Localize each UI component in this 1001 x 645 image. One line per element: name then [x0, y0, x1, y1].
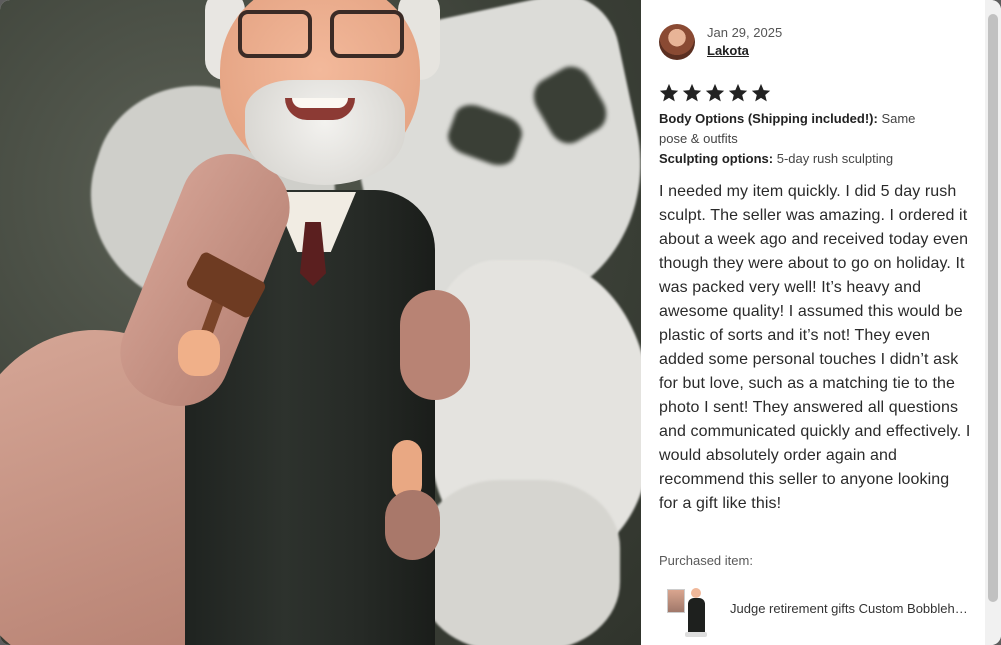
- star-icon: [659, 83, 679, 102]
- review-option-body: Body Options (Shipping included!): Same …: [659, 109, 939, 149]
- star-icon: [751, 83, 771, 102]
- thumbnail-reference-photo: [667, 589, 685, 613]
- star-icon: [728, 83, 748, 102]
- star-icon: [682, 83, 702, 102]
- option-value: 5-day rush sculpting: [776, 151, 894, 166]
- holding-finger: [385, 490, 440, 560]
- bobblehead-beard: [245, 80, 405, 185]
- purchased-item-link[interactable]: Judge retirement gifts Custom Bobblehead: [730, 601, 970, 616]
- bobblehead-glasses: [238, 10, 312, 58]
- bobblehead-glasses: [330, 10, 404, 58]
- review-panel: Jan 29, 2025 Lakota Body Options (Shippi…: [641, 0, 985, 645]
- holding-finger: [400, 290, 470, 400]
- star-rating: [658, 82, 772, 104]
- review-text: I needed my item quickly. I did 5 day ru…: [659, 183, 971, 512]
- review-date: Jan 29, 2025: [707, 25, 783, 40]
- review-modal: Jan 29, 2025 Lakota Body Options (Shippi…: [0, 0, 1001, 645]
- purchased-item-label: Purchased item:: [659, 553, 753, 568]
- bobblehead-hand: [178, 330, 220, 376]
- reviewer-avatar[interactable]: [659, 24, 695, 60]
- scrollbar-thumb[interactable]: [988, 14, 998, 602]
- option-label: Body Options (Shipping included!):: [659, 111, 878, 126]
- thumbnail-figure-body: [688, 598, 705, 634]
- reviewer-name-link[interactable]: Lakota: [707, 43, 749, 58]
- thumbnail-figure-base: [685, 632, 707, 637]
- background-cloth: [420, 480, 620, 645]
- option-label: Sculpting options:: [659, 151, 774, 166]
- review-photo[interactable]: [0, 0, 641, 645]
- star-icon: [705, 83, 725, 102]
- bobblehead-teeth: [292, 98, 348, 108]
- thumbnail-figure-head: [691, 588, 701, 598]
- review-option-sculpting: Sculpting options: 5-day rush sculpting: [659, 149, 939, 169]
- purchased-item-thumbnail[interactable]: [667, 586, 711, 638]
